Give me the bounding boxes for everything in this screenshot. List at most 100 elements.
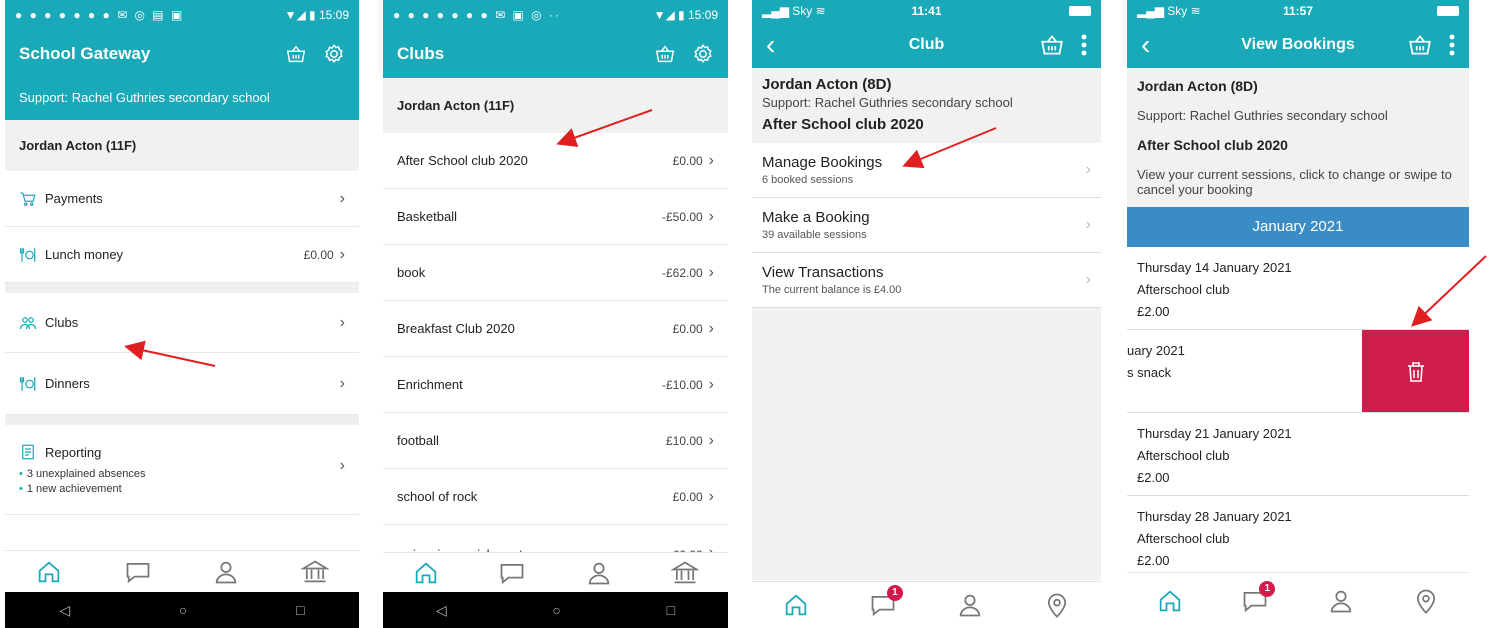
chevron-right-icon: › <box>339 245 345 263</box>
location-pin-icon[interactable] <box>1043 591 1071 619</box>
home-icon[interactable] <box>412 559 440 587</box>
menu-item-payments[interactable]: Payments › <box>5 171 359 227</box>
chat-nav[interactable]: 1 <box>869 585 903 619</box>
bank-icon[interactable] <box>300 558 329 586</box>
session-item[interactable]: Thursday 14 January 2021 Afterschool clu… <box>1127 247 1469 330</box>
row-title: Make a Booking <box>762 209 870 226</box>
chevron-right-icon: › <box>708 319 714 337</box>
manage-bookings-row[interactable]: Manage Bookings 6 booked sessions › <box>752 143 1101 198</box>
student-name: Jordan Acton (11F) <box>383 78 728 133</box>
carrier: ▂▄▆ Sky ≋ <box>762 4 826 18</box>
people-icon <box>19 316 37 329</box>
clubs-list: After School club 2020 £0.00 › Basketball -… <box>383 133 728 565</box>
session-item[interactable]: Thursday 21 January 2021 Afterschool clu… <box>1127 413 1469 496</box>
club-header: Jordan Acton (8D) Support: Rachel Guthri… <box>752 68 1101 143</box>
club-title: After School club 2020 <box>1137 137 1288 153</box>
divider <box>5 283 359 293</box>
menu-item-clubs[interactable]: Clubs › <box>5 293 359 353</box>
row-title: View Transactions <box>762 264 884 281</box>
club-name: Enrichment <box>397 377 463 392</box>
menu-item-lunch-money[interactable]: Lunch money £0.00 › <box>5 227 359 283</box>
club-item[interactable]: football £10.00 › <box>383 413 728 469</box>
club-balance: -£62.00 <box>661 265 703 280</box>
home-button-icon[interactable]: ○ <box>179 602 187 618</box>
unread-badge: 1 <box>886 585 903 601</box>
club-item[interactable]: Basketball -£50.00 › <box>383 189 728 245</box>
battery-icon <box>1069 6 1091 16</box>
menu-item-label: Lunch money <box>45 247 124 262</box>
back-chevron-icon[interactable]: ‹ <box>1141 31 1150 59</box>
profile-icon[interactable] <box>956 591 984 619</box>
profile-icon[interactable] <box>585 559 613 587</box>
basket-icon[interactable] <box>285 43 307 65</box>
school-support: Support: Rachel Guthries secondary schoo… <box>762 95 1013 110</box>
more-vertical-icon[interactable] <box>1449 34 1455 56</box>
club-item[interactable]: After School club 2020 £0.00 › <box>383 133 728 189</box>
session-name: Afterschool club <box>1137 282 1230 297</box>
empty-area <box>752 308 1101 580</box>
session-item[interactable]: Thursday 28 January 2021 Afterschool clu… <box>1127 496 1469 579</box>
home-icon[interactable] <box>1156 587 1184 615</box>
bookings-header: Jordan Acton (8D) Support: Rachel Guthri… <box>1127 68 1469 207</box>
chat-icon[interactable] <box>124 558 152 586</box>
support-banner: Support: Rachel Guthries secondary schoo… <box>5 78 359 120</box>
chevron-right-icon: › <box>708 263 714 281</box>
make-booking-row[interactable]: Make a Booking 39 available sessions › <box>752 198 1101 253</box>
status-bar: ● ● ● ● ● ● ● ✉ ◎ ▤ ▣ ▼◢ ▮ 15:09 <box>5 0 359 30</box>
session-date: Thursday 28 January 2021 <box>1137 509 1292 524</box>
club-balance: £0.00 <box>672 489 703 504</box>
trash-icon <box>1407 361 1424 382</box>
status-bar: ▂▄▆ Sky ≋ 11:41 <box>752 0 1101 22</box>
app-bar: Clubs <box>383 30 728 78</box>
screen-home: ● ● ● ● ● ● ● ✉ ◎ ▤ ▣ ▼◢ ▮ 15:09 School … <box>5 0 359 628</box>
carrier: ▂▄▆ Sky ≋ <box>1137 4 1201 18</box>
club-item[interactable]: Breakfast Club 2020 £0.00 › <box>383 301 728 357</box>
chat-nav[interactable]: 1 <box>1241 580 1276 615</box>
back-icon[interactable]: ◁ <box>436 602 447 619</box>
club-balance: £0.00 <box>672 321 703 336</box>
gear-icon[interactable] <box>323 43 345 65</box>
student-name: Jordan Acton (8D) <box>1137 78 1258 94</box>
location-pin-icon[interactable] <box>1412 587 1440 615</box>
profile-icon[interactable] <box>1327 587 1355 615</box>
club-item[interactable]: Enrichment -£10.00 › <box>383 357 728 413</box>
chevron-right-icon: › <box>708 487 714 505</box>
row-subtitle: 39 available sessions <box>762 229 867 241</box>
club-item[interactable]: book -£62.00 › <box>383 245 728 301</box>
club-name: Basketball <box>397 209 457 224</box>
notification-icons: ● ● ● ● ● ● ● ✉ ◎ ▤ ▣ <box>15 8 185 22</box>
club-item[interactable]: school of rock £0.00 › <box>383 469 728 525</box>
app-bar: ‹ Club <box>752 22 1101 68</box>
session-price: £2.00 <box>1137 304 1170 319</box>
recents-icon[interactable]: □ <box>296 602 304 618</box>
back-chevron-icon[interactable]: ‹ <box>766 31 775 59</box>
month-header: January 2021 <box>1127 207 1469 247</box>
home-icon[interactable] <box>35 558 63 586</box>
chevron-right-icon: › <box>708 431 714 449</box>
recents-icon[interactable]: □ <box>667 602 675 618</box>
page-title: Clubs <box>397 44 445 63</box>
chat-icon[interactable] <box>498 559 526 587</box>
app-bar: School Gateway <box>5 30 359 78</box>
menu-item-dinners[interactable]: Dinners › <box>5 353 359 415</box>
basket-icon[interactable] <box>1039 32 1065 58</box>
profile-icon[interactable] <box>212 558 240 586</box>
view-transactions-row[interactable]: View Transactions The current balance is … <box>752 253 1101 308</box>
home-button-icon[interactable]: ○ <box>552 602 560 618</box>
session-date: Thursday 14 January 2021 <box>1137 260 1292 275</box>
more-vertical-icon[interactable] <box>1081 34 1087 56</box>
basket-icon[interactable] <box>1407 32 1433 58</box>
basket-icon[interactable] <box>654 43 676 65</box>
gear-icon[interactable] <box>692 43 714 65</box>
delete-booking-button[interactable] <box>1362 330 1469 412</box>
menu-item-reporting[interactable]: Reporting • 3 unexplained absences • 1 new… <box>5 425 359 515</box>
session-item-swiped[interactable]: uary 2021 s snack <box>1127 330 1469 413</box>
page-title: View Bookings <box>1241 36 1355 53</box>
back-icon[interactable]: ◁ <box>59 602 70 619</box>
session-date: Thursday 21 January 2021 <box>1137 426 1292 441</box>
carrier-name: Sky <box>792 4 813 18</box>
status-right: ▼◢ ▮ 15:09 <box>653 8 718 22</box>
bank-icon[interactable] <box>670 559 699 587</box>
chevron-right-icon: › <box>1085 161 1091 178</box>
home-icon[interactable] <box>782 591 810 619</box>
